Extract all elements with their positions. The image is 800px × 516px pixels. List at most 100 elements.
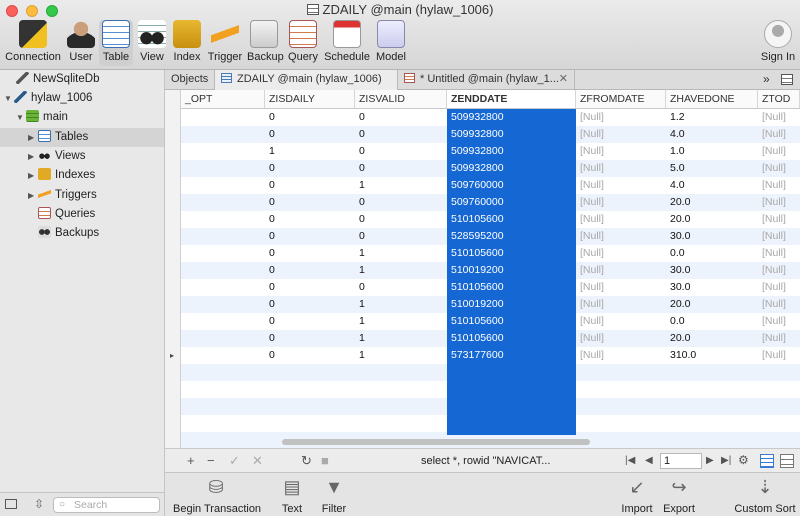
toolbar-connection[interactable]: Connection — [4, 20, 62, 66]
tab-objects[interactable]: Objects — [165, 70, 215, 90]
tree-connection-hylaw[interactable]: ▼ hylaw_1006 — [4, 89, 92, 108]
toolbar-index[interactable]: Index — [171, 20, 203, 66]
table-cell[interactable]: [Null] — [576, 177, 666, 194]
table-cell[interactable]: 0 — [265, 126, 355, 143]
page-number-input[interactable]: 1 — [660, 453, 702, 469]
table-cell[interactable]: 0 — [355, 228, 447, 245]
table-cell[interactable]: 1 — [355, 347, 447, 364]
table-cell[interactable]: [Null] — [576, 194, 666, 211]
disclosure-open-icon[interactable]: ▼ — [16, 108, 26, 127]
column-header[interactable]: ZFROMDATE — [576, 90, 666, 109]
toggle-sidebar-icon[interactable] — [5, 499, 17, 509]
search-input[interactable]: ○ Search — [53, 497, 160, 513]
table-cell[interactable]: 0 — [265, 228, 355, 245]
table-cell[interactable]: [Null] — [576, 279, 666, 296]
table-cell[interactable]: [Null] — [576, 109, 666, 126]
table-cell[interactable]: 0 — [355, 126, 447, 143]
filter-tree-icon[interactable]: ⇳ — [34, 497, 44, 511]
table-cell[interactable]: 573177600 — [447, 347, 576, 364]
toolbar-sign-in[interactable]: Sign In — [758, 20, 798, 66]
table-cell[interactable]: 0 — [355, 194, 447, 211]
tree-database-main[interactable]: ▼ main — [16, 108, 68, 127]
table-cell[interactable]: 0 — [265, 177, 355, 194]
table-cell[interactable]: 4.0 — [666, 126, 758, 143]
table-cell[interactable]: [Null] — [758, 313, 800, 330]
export-button[interactable]: ↪ Export — [662, 476, 696, 515]
table-cell[interactable]: [Null] — [758, 279, 800, 296]
column-header[interactable]: _OPT — [181, 90, 265, 109]
apply-changes-icon[interactable]: ✓ — [229, 453, 240, 469]
table-cell[interactable]: [Null] — [758, 177, 800, 194]
table-cell[interactable]: 510105600 — [447, 245, 576, 262]
tree-node-backups[interactable]: Backups — [28, 224, 99, 243]
custom-sort-button[interactable]: ⇣ Custom Sort — [733, 476, 797, 515]
discard-changes-icon[interactable]: ✕ — [252, 453, 263, 469]
table-cell[interactable]: 1 — [355, 313, 447, 330]
tree-node-triggers[interactable]: ▶ Triggers — [28, 186, 97, 205]
table-cell[interactable]: 510019200 — [447, 262, 576, 279]
table-cell[interactable]: 20.0 — [666, 330, 758, 347]
last-page-icon[interactable]: ▶| — [721, 455, 731, 466]
table-cell[interactable]: 0 — [265, 296, 355, 313]
import-button[interactable]: ↙ Import — [620, 476, 654, 515]
table-cell[interactable]: [Null] — [758, 330, 800, 347]
table-cell[interactable]: 0 — [355, 211, 447, 228]
tree-node-views[interactable]: ▶ Views — [28, 147, 85, 166]
table-cell[interactable]: [Null] — [576, 245, 666, 262]
disclosure-closed-icon[interactable]: ▶ — [28, 128, 38, 147]
table-cell[interactable]: 30.0 — [666, 262, 758, 279]
table-cell[interactable]: [Null] — [758, 143, 800, 160]
table-cell[interactable]: [Null] — [576, 228, 666, 245]
table-cell[interactable]: [Null] — [758, 211, 800, 228]
settings-gear-icon[interactable]: ⚙ — [738, 453, 749, 467]
toolbar-trigger[interactable]: Trigger — [206, 20, 244, 66]
table-cell[interactable]: [Null] — [758, 109, 800, 126]
table-cell[interactable]: 0 — [265, 245, 355, 262]
table-cell[interactable]: 20.0 — [666, 194, 758, 211]
table-cell[interactable]: 20.0 — [666, 211, 758, 228]
disclosure-closed-icon[interactable]: ▶ — [28, 147, 38, 166]
disclosure-closed-icon[interactable]: ▶ — [28, 166, 38, 185]
table-cell[interactable]: 1 — [355, 296, 447, 313]
toolbar-query[interactable]: Query — [284, 20, 322, 66]
table-cell[interactable]: 0 — [265, 279, 355, 296]
begin-transaction-button[interactable]: ⛁ Begin Transaction — [173, 476, 261, 515]
table-cell[interactable]: 310.0 — [666, 347, 758, 364]
stop-icon[interactable]: ■ — [321, 453, 329, 468]
tree-node-indexes[interactable]: ▶ Indexes — [28, 166, 95, 185]
table-cell[interactable]: 0 — [265, 330, 355, 347]
tab-zdaily[interactable]: ZDAILY @main (hylaw_1006) — [215, 70, 398, 90]
tree-node-queries[interactable]: Queries — [28, 205, 95, 224]
table-cell[interactable]: [Null] — [758, 194, 800, 211]
prev-page-icon[interactable]: ◀ — [645, 455, 653, 466]
grid-view-icon[interactable] — [760, 454, 774, 468]
table-cell[interactable]: [Null] — [576, 347, 666, 364]
form-view-icon[interactable] — [780, 454, 794, 468]
table-cell[interactable]: [Null] — [576, 143, 666, 160]
table-cell[interactable]: 5.0 — [666, 160, 758, 177]
refresh-icon[interactable]: ↻ — [301, 453, 312, 469]
toolbar-table[interactable]: Table — [99, 20, 133, 66]
table-cell[interactable]: 510019200 — [447, 296, 576, 313]
column-header[interactable]: ZTOD — [758, 90, 800, 109]
toolbar-backup[interactable]: Backup — [247, 20, 284, 66]
table-cell[interactable]: [Null] — [576, 160, 666, 177]
filter-button[interactable]: ▼ Filter — [318, 476, 350, 515]
table-cell[interactable]: 0.0 — [666, 245, 758, 262]
table-cell[interactable]: 0 — [265, 194, 355, 211]
first-page-icon[interactable]: |◀ — [625, 455, 635, 466]
table-cell[interactable]: [Null] — [758, 347, 800, 364]
table-cell[interactable]: 0 — [355, 160, 447, 177]
close-tab-icon[interactable]: ✕ — [559, 70, 568, 89]
table-cell[interactable]: 528595200 — [447, 228, 576, 245]
more-tabs-icon[interactable]: » — [763, 72, 770, 86]
toolbar-schedule[interactable]: Schedule — [324, 20, 370, 66]
text-button[interactable]: ▤ Text — [277, 476, 307, 515]
delete-record-icon[interactable]: − — [207, 453, 215, 468]
table-cell[interactable]: 510105600 — [447, 211, 576, 228]
table-cell[interactable]: 0 — [265, 160, 355, 177]
table-cell[interactable]: [Null] — [576, 126, 666, 143]
table-cell[interactable]: 0 — [355, 279, 447, 296]
new-tab-icon[interactable] — [781, 74, 793, 85]
table-cell[interactable]: 509760000 — [447, 194, 576, 211]
